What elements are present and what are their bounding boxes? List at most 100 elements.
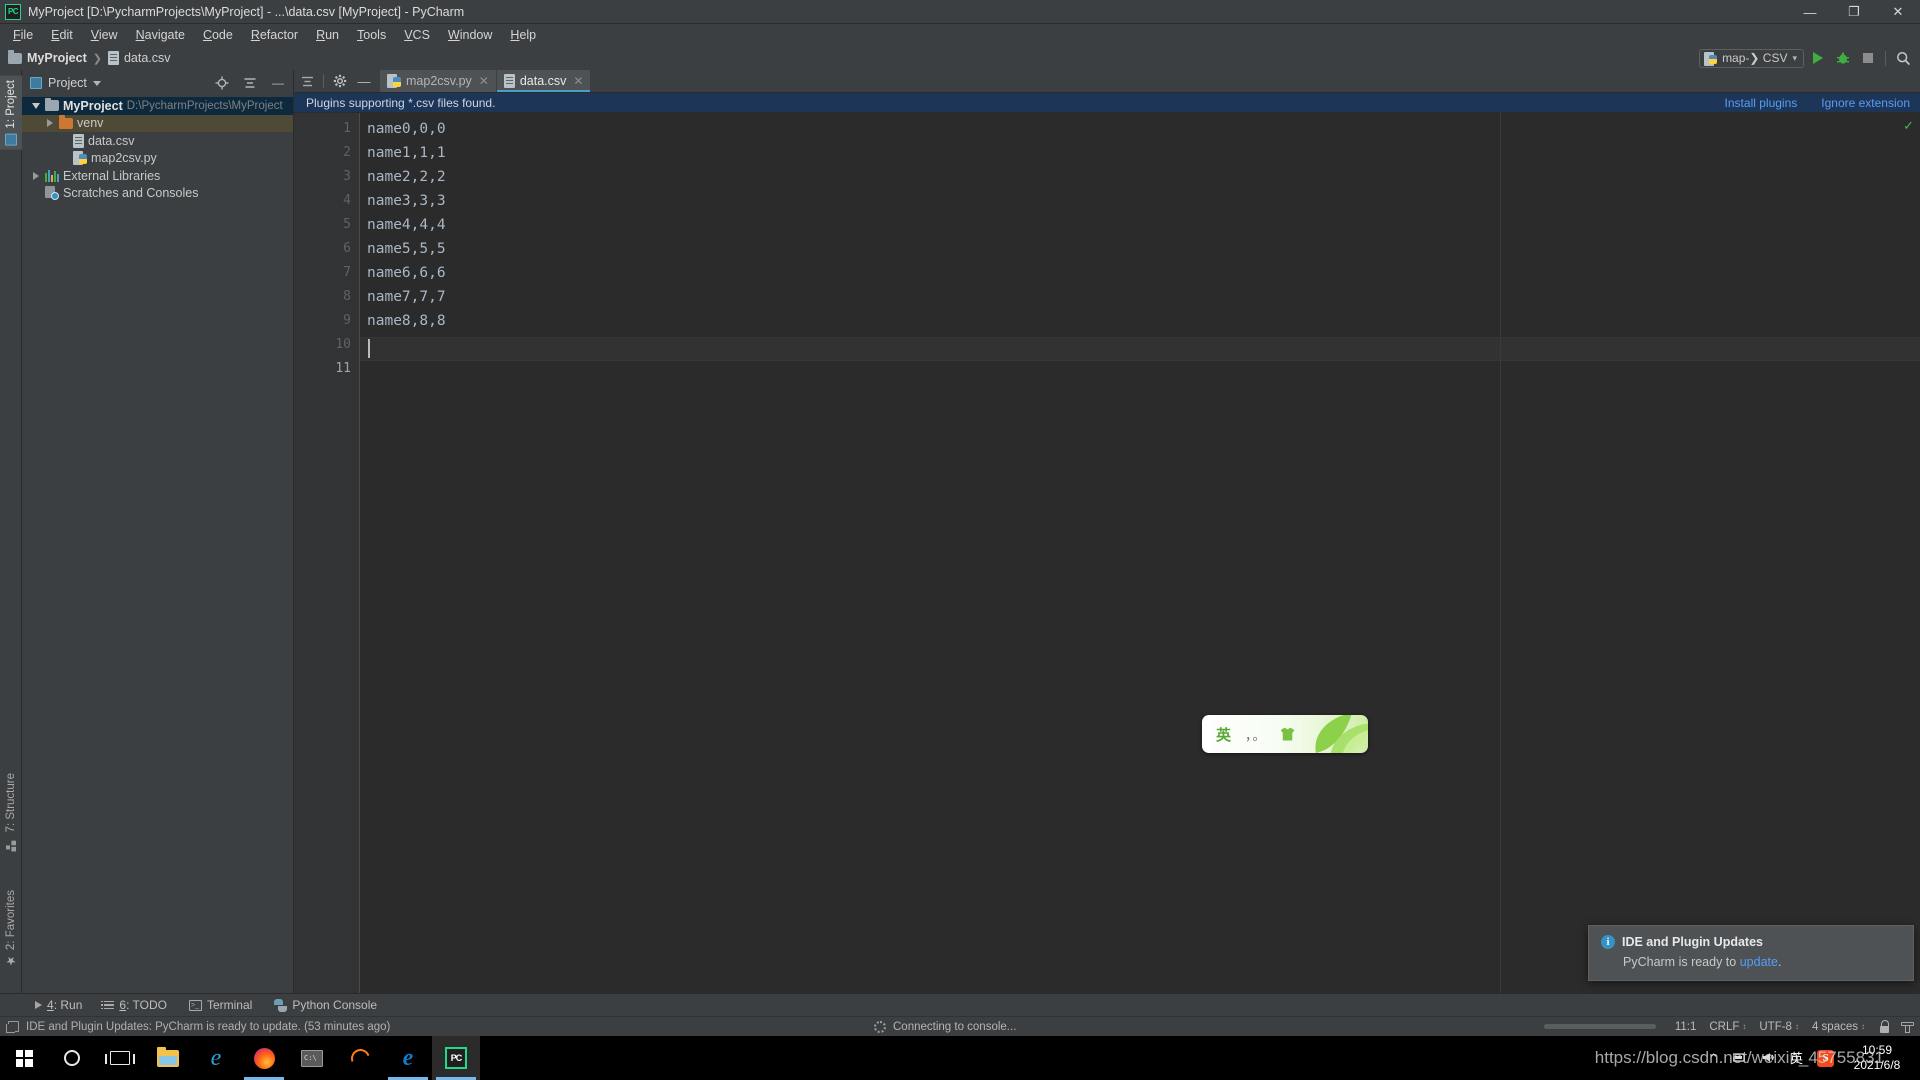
close-icon[interactable]: ✕	[479, 74, 489, 88]
menu-item-help[interactable]: Help	[501, 26, 545, 45]
sogou-ime-icon[interactable]: S	[1817, 1049, 1834, 1067]
tree-item-label: venv	[77, 116, 104, 131]
code-surface[interactable]: name0,0,0 name1,1,1 name2,2,2 name3,3,3 name…	[360, 113, 1920, 993]
menu-item-vcs[interactable]: VCS	[395, 26, 439, 45]
editor-tab-data-csv[interactable]: data.csv ✕	[496, 70, 592, 92]
hammer-icon[interactable]	[1901, 1020, 1914, 1033]
tree-item-label: Scratches and Consoles	[63, 186, 199, 201]
network-icon[interactable]	[1732, 1051, 1748, 1066]
stop-button[interactable]	[1857, 48, 1879, 68]
pycharm-logo-icon: PC	[5, 3, 21, 20]
line-number: 8	[343, 289, 351, 304]
caret-position[interactable]: 11:1	[1675, 1021, 1697, 1033]
clock[interactable]: 10:59 2021/6/8	[1848, 1043, 1906, 1073]
hide-panel-icon[interactable]: —	[267, 73, 289, 93]
message-icon[interactable]	[6, 1021, 19, 1033]
editor-tab-map2csv-py[interactable]: map2csv.py ✕	[380, 70, 497, 92]
tree-item-venv[interactable]: venv	[22, 114, 293, 132]
search-everywhere-button[interactable]	[1892, 48, 1914, 68]
menu-item-file[interactable]: File	[4, 26, 42, 45]
hide-panel-icon[interactable]: —	[353, 71, 375, 91]
caret-line-highlight	[360, 337, 1920, 361]
ime-punctuation-toggle[interactable]: ，。	[1245, 725, 1267, 744]
sidebar-item-favorites[interactable]: ★ 2: Favorites	[0, 886, 22, 971]
locate-crosshair-icon[interactable]	[211, 73, 233, 93]
chevron-down-icon[interactable]	[92, 80, 101, 86]
chevron-right-icon[interactable]	[44, 119, 55, 128]
tree-item-scratches-and-consoles[interactable]: Scratches and Consoles	[22, 185, 293, 203]
menu-item-tools[interactable]: Tools	[348, 26, 395, 45]
gear-icon[interactable]	[329, 71, 351, 91]
tree-item-external-libraries[interactable]: External Libraries	[22, 167, 293, 185]
indent-selector[interactable]: 4 spaces ↕	[1812, 1021, 1865, 1033]
maximize-button[interactable]: ❐	[1832, 0, 1876, 24]
sidebar-item-project-label: 1: Project	[5, 80, 17, 129]
line-number: 7	[343, 265, 351, 280]
internet-explorer-button[interactable]: e	[192, 1036, 240, 1080]
menu-item-window[interactable]: Window	[439, 26, 501, 45]
close-button[interactable]: ✕	[1876, 0, 1920, 24]
ime-tray-label[interactable]: 英	[1790, 1052, 1803, 1065]
editor-body[interactable]: 1 2 3 4 5 6 7 8 9 10 11 name0,0,0 name1,1,1 name2,2,…	[294, 113, 1920, 993]
collapse-all-icon[interactable]	[296, 71, 318, 91]
run-button[interactable]	[1807, 48, 1829, 68]
start-button[interactable]	[0, 1036, 48, 1080]
tree-item-map2csv-py[interactable]: map2csv.py	[22, 150, 293, 168]
line-separator-selector[interactable]: CRLF ↕	[1709, 1021, 1746, 1033]
tool-window-4-run[interactable]: 4: Run	[24, 994, 93, 1017]
pycharm-button[interactable]: PC	[432, 1036, 480, 1080]
clock-date: 2021/6/8	[1853, 1058, 1901, 1072]
inspection-status-icon[interactable]: ✓	[1903, 119, 1914, 132]
line-number: 11	[335, 361, 351, 376]
task-view-button[interactable]	[96, 1036, 144, 1080]
run-configuration-name: map-❯ CSV	[1722, 51, 1788, 65]
breadcrumb-project[interactable]: MyProject	[27, 51, 87, 65]
chevron-down-icon[interactable]	[30, 102, 41, 109]
install-plugins-link[interactable]: Install plugins	[1725, 96, 1798, 110]
menu-item-refactor[interactable]: Refactor	[242, 26, 307, 45]
cortana-circle-icon	[64, 1050, 80, 1066]
tool-window-python-console[interactable]: Python Console	[263, 994, 388, 1017]
run-configuration-selector[interactable]: map-❯ CSV ▾	[1699, 48, 1804, 68]
menu-item-run[interactable]: Run	[307, 26, 348, 45]
menu-item-edit[interactable]: Edit	[42, 26, 82, 45]
cortana-button[interactable]	[48, 1036, 96, 1080]
updown-arrow-icon: ↕	[1742, 1021, 1747, 1031]
status-message[interactable]: IDE and Plugin Updates: PyCharm is ready…	[26, 1021, 390, 1033]
search-icon	[1896, 51, 1910, 65]
show-hidden-icons-button[interactable]: ⌃	[1708, 1052, 1719, 1065]
sidebar-item-project[interactable]: 1: Project	[0, 76, 22, 150]
ignore-extension-link[interactable]: Ignore extension	[1821, 96, 1910, 110]
encoding-selector[interactable]: UTF-8 ↕	[1759, 1021, 1799, 1033]
collapse-all-icon[interactable]	[239, 73, 261, 93]
memory-progress-bar[interactable]	[1543, 1024, 1656, 1029]
file-explorer-button[interactable]	[144, 1036, 192, 1080]
minimize-button[interactable]: —	[1788, 0, 1832, 24]
tool-window-terminal[interactable]: >_ Terminal	[178, 994, 263, 1017]
command-prompt-button[interactable]: C:\	[288, 1036, 336, 1080]
tab-gutter-actions: —	[294, 70, 380, 92]
ime-mode-label[interactable]: 英	[1216, 724, 1231, 745]
python-file-icon	[73, 151, 87, 166]
tree-item-path: D:\PycharmProjects\MyProject	[126, 99, 283, 112]
breadcrumb-file[interactable]: data.csv	[124, 51, 171, 65]
tool-window-6-todo[interactable]: 6: TODO	[93, 994, 178, 1017]
volume-icon[interactable]	[1762, 1051, 1776, 1066]
edge-button[interactable]: e	[384, 1036, 432, 1080]
ime-toolbar[interactable]: 英 ，。	[1202, 715, 1368, 753]
menu-item-view[interactable]: View	[82, 26, 127, 45]
tree-item-data-csv[interactable]: data.csv	[22, 132, 293, 150]
chevron-right-icon[interactable]	[30, 171, 41, 180]
tree-item-myproject[interactable]: MyProject D:\PycharmProjects\MyProject	[22, 97, 293, 115]
loading-app-button[interactable]	[336, 1036, 384, 1080]
update-link[interactable]: update	[1740, 955, 1778, 969]
menu-item-navigate[interactable]: Navigate	[127, 26, 194, 45]
notification-popup[interactable]: i IDE and Plugin Updates PyCharm is read…	[1588, 925, 1914, 981]
folder-icon	[8, 50, 22, 64]
unlocked-icon[interactable]	[1878, 1020, 1889, 1033]
debug-button[interactable]	[1832, 48, 1854, 68]
sidebar-item-structure[interactable]: 7: Structure	[0, 769, 22, 855]
menu-item-code[interactable]: Code	[194, 26, 242, 45]
firefox-button[interactable]	[240, 1036, 288, 1080]
close-icon[interactable]: ✕	[573, 74, 583, 88]
